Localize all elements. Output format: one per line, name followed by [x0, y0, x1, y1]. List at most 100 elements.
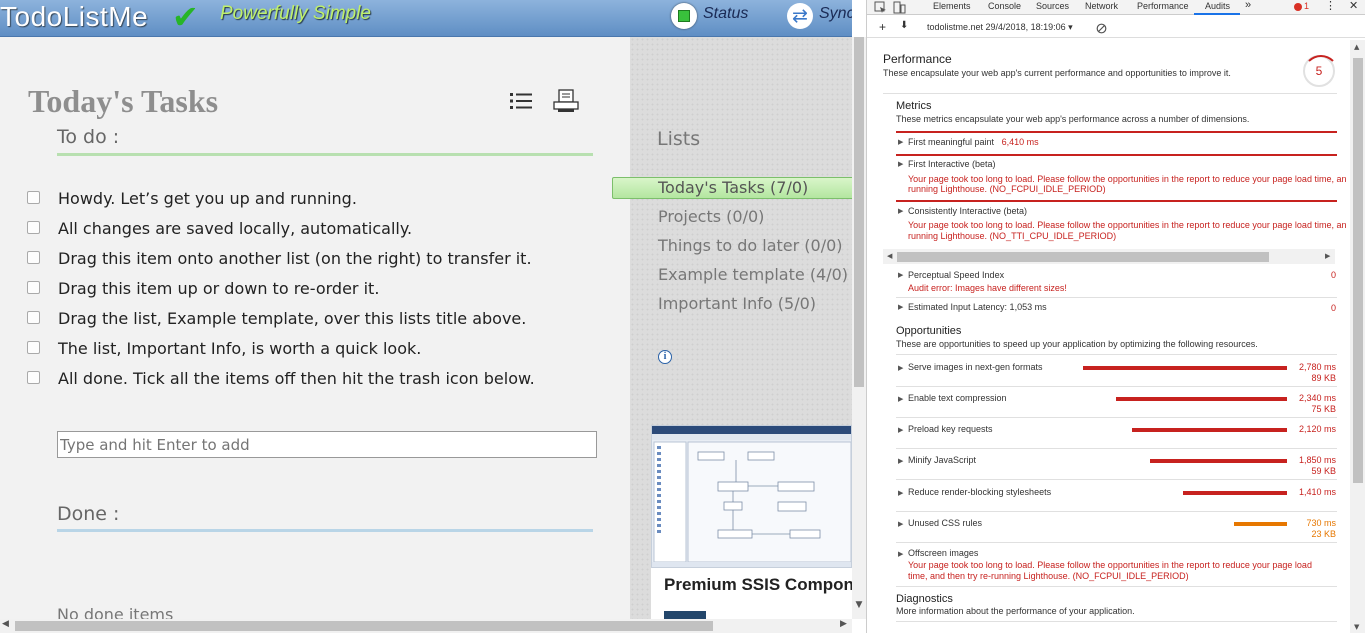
close-devtools-icon[interactable]: ✕: [1349, 0, 1358, 12]
task-checkbox[interactable]: [27, 341, 40, 354]
expand-icon[interactable]: ▶: [898, 426, 903, 434]
task-checkbox[interactable]: [27, 221, 40, 234]
scroll-left-arrow-icon[interactable]: ◀: [887, 252, 892, 260]
task-text[interactable]: All done. Tick all the items off then hi…: [58, 369, 535, 388]
metric-fmp[interactable]: First meaningful paint 6,410 ms: [908, 137, 1039, 147]
app-logo[interactable]: TodoListMe: [0, 1, 148, 33]
expand-icon[interactable]: ▶: [898, 520, 903, 528]
info-icon[interactable]: i: [658, 350, 672, 364]
task-text[interactable]: Drag the list, Example template, over th…: [58, 309, 526, 328]
status-icon[interactable]: [671, 3, 697, 29]
devtools-menu-icon[interactable]: ⋮: [1325, 0, 1336, 12]
task-checkbox[interactable]: [27, 281, 40, 294]
page-title[interactable]: Today's Tasks: [28, 83, 218, 120]
horizontal-scroll-thumb[interactable]: [15, 621, 713, 631]
task-checkbox[interactable]: [27, 191, 40, 204]
tagline: Powerfully Simple: [220, 3, 371, 24]
metric-fi-label[interactable]: First Interactive (beta): [908, 159, 996, 169]
ad-screenshot-image[interactable]: [651, 425, 852, 568]
metrics-scroll-thumb[interactable]: [897, 252, 1269, 262]
opportunity-size: 75 KB: [1311, 404, 1336, 414]
diagnostics-title: Diagnostics: [896, 593, 953, 605]
opportunity-label[interactable]: Minify JavaScript: [908, 455, 976, 465]
sync-button[interactable]: Sync: [819, 5, 852, 23]
task-checkbox[interactable]: [27, 311, 40, 324]
scroll-left-arrow-icon[interactable]: ◀: [2, 619, 9, 629]
device-toolbar-icon[interactable]: [893, 1, 906, 14]
expand-icon[interactable]: ▶: [898, 457, 903, 465]
opportunity-size: 89 KB: [1311, 373, 1336, 383]
tab-audits[interactable]: Audits: [1205, 1, 1230, 11]
clear-icon[interactable]: [1096, 23, 1107, 34]
scroll-down-arrow-icon[interactable]: ▼: [852, 600, 866, 610]
list-item-things-later[interactable]: Things to do later (0/0): [658, 236, 843, 255]
scroll-up-arrow-icon[interactable]: ▲: [1354, 43, 1359, 51]
opportunities-title: Opportunities: [896, 325, 962, 337]
add-task-input[interactable]: [57, 431, 597, 458]
expand-icon[interactable]: ▶: [898, 207, 903, 215]
error-count[interactable]: 1: [1304, 1, 1309, 11]
expand-icon[interactable]: ▶: [898, 364, 903, 372]
metric-fmp-label: First meaningful paint: [908, 137, 995, 147]
opportunity-label[interactable]: Unused CSS rules: [908, 518, 982, 528]
scroll-down-arrow-icon[interactable]: ▼: [1354, 623, 1359, 631]
fail-divider: [896, 154, 1337, 156]
task-checkbox[interactable]: [27, 371, 40, 384]
metric-ci-error-2: running Lighthouse. (NO_TTI_CPU_IDLE_PER…: [908, 231, 1117, 241]
inspect-element-icon[interactable]: [874, 1, 887, 14]
task-text[interactable]: Howdy. Let’s get you up and running.: [58, 189, 357, 208]
offscreen-images-error-2: time, and then try re-running Lighthouse…: [908, 571, 1189, 581]
tab-sources[interactable]: Sources: [1036, 1, 1069, 11]
vertical-scroll-thumb[interactable]: [854, 37, 864, 387]
metric-psi-label[interactable]: Perceptual Speed Index: [908, 270, 1004, 280]
list-item-important-info[interactable]: Important Info (5/0): [658, 294, 816, 313]
tab-console[interactable]: Console: [988, 1, 1021, 11]
todo-app: TodoListMe ✔ Powerfully Simple Status ⇄ …: [0, 0, 852, 633]
expand-icon[interactable]: ▶: [898, 271, 903, 279]
task-text[interactable]: The list, Important Info, is worth a qui…: [58, 339, 421, 358]
expand-icon[interactable]: ▶: [898, 550, 903, 558]
list-item-projects[interactable]: Projects (0/0): [658, 207, 764, 226]
report-url[interactable]: todolistme.net 29/4/2018, 18:19:06: [927, 22, 1066, 32]
expand-icon[interactable]: ▶: [898, 303, 903, 311]
tab-elements[interactable]: Elements: [933, 1, 971, 11]
advertisement[interactable]: Premium SSIS Compon: [651, 425, 852, 625]
list-item-example-template[interactable]: Example template (4/0): [658, 265, 848, 284]
sync-icon[interactable]: ⇄: [787, 3, 813, 29]
task-text[interactable]: Drag this item onto another list (on the…: [58, 249, 532, 268]
expand-icon[interactable]: ▶: [898, 160, 903, 168]
opportunity-label[interactable]: Reduce render-blocking stylesheets: [908, 487, 1051, 497]
task-checkbox[interactable]: [27, 251, 40, 264]
more-tabs-icon[interactable]: »: [1245, 0, 1251, 11]
metric-eil-label[interactable]: Estimated Input Latency: 1,053 ms: [908, 302, 1047, 312]
status-button[interactable]: Status: [703, 5, 748, 23]
opportunity-label[interactable]: Enable text compression: [908, 393, 1007, 403]
expand-icon[interactable]: ▶: [898, 489, 903, 497]
devtools-scroll-thumb[interactable]: [1353, 58, 1363, 483]
opportunity-label[interactable]: Serve images in next-gen formats: [908, 362, 1043, 372]
new-audit-icon[interactable]: +: [879, 20, 886, 34]
sort-list-icon[interactable]: [510, 92, 532, 110]
expand-icon[interactable]: ▶: [898, 138, 903, 146]
ad-title[interactable]: Premium SSIS Compon: [664, 575, 852, 595]
list-item-todays-tasks[interactable]: Today's Tasks (7/0): [658, 178, 808, 197]
tab-performance[interactable]: Performance: [1137, 1, 1189, 11]
opportunity-size: 59 KB: [1311, 466, 1336, 476]
tab-network[interactable]: Network: [1085, 1, 1118, 11]
expand-icon[interactable]: ▶: [898, 395, 903, 403]
checkmark-icon: ✔: [172, 0, 199, 36]
task-text[interactable]: Drag this item up or down to re-order it…: [58, 279, 379, 298]
report-selector[interactable]: todolistme.net 29/4/2018, 18:19:06 ▾: [927, 22, 1073, 33]
scroll-right-arrow-icon[interactable]: ▶: [1325, 252, 1330, 260]
error-icon[interactable]: [1294, 3, 1302, 11]
opportunity-label[interactable]: Preload key requests: [908, 424, 993, 434]
print-icon[interactable]: [553, 88, 579, 114]
download-report-icon[interactable]: ⬇: [900, 20, 908, 31]
scroll-right-arrow-icon[interactable]: ▶: [840, 619, 847, 629]
metric-ci-label[interactable]: Consistently Interactive (beta): [908, 206, 1027, 216]
todo-divider: [57, 153, 593, 156]
opportunity-savings-bar: [1083, 366, 1287, 370]
devtools-panel: Elements Console Sources Network Perform…: [866, 0, 1365, 633]
task-text[interactable]: All changes are saved locally, automatic…: [58, 219, 412, 238]
offscreen-images-label[interactable]: Offscreen images: [908, 548, 978, 558]
